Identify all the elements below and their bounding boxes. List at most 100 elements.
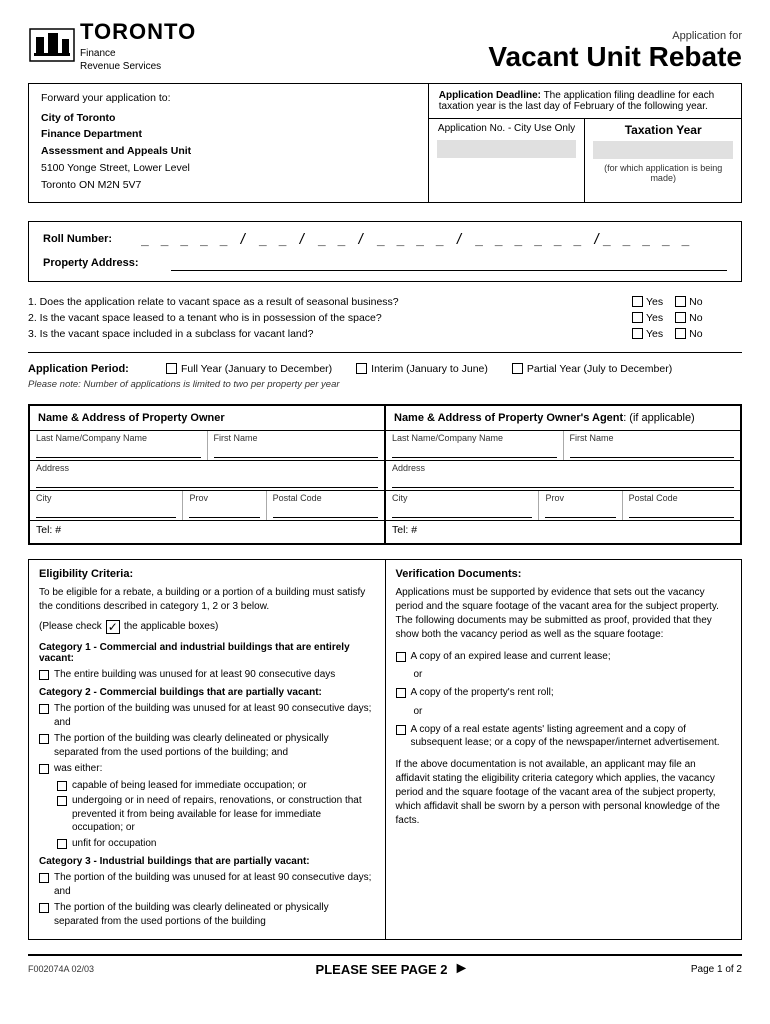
question-3-yes[interactable]: Yes bbox=[632, 328, 663, 340]
agent-first-name-field[interactable]: First Name bbox=[564, 431, 741, 460]
agent-prov-field[interactable]: Prov bbox=[539, 491, 622, 520]
verif-item-1-checkbox[interactable] bbox=[396, 652, 406, 662]
cat3-item-1-checkbox[interactable] bbox=[39, 873, 49, 883]
verif-item-2-text: A copy of the property's rent roll; bbox=[411, 686, 554, 700]
owner-header-text: Name & Address of Property Owner bbox=[38, 412, 225, 424]
cat2-sub-2[interactable]: undergoing or in need of repairs, renova… bbox=[57, 794, 375, 835]
question-2-yes[interactable]: Yes bbox=[632, 312, 663, 324]
owner-last-name-field[interactable]: Last Name/Company Name bbox=[30, 431, 208, 460]
cat2-item-1[interactable]: The portion of the building was unused f… bbox=[39, 702, 375, 729]
question-1-yes[interactable]: Yes bbox=[632, 296, 663, 308]
question-2-no-checkbox[interactable] bbox=[675, 312, 686, 323]
verification-column: Verification Documents: Applications mus… bbox=[386, 560, 742, 940]
app-period-label: Application Period: bbox=[28, 363, 148, 375]
question-3-no[interactable]: No bbox=[675, 328, 702, 340]
question-3-yes-checkbox[interactable] bbox=[632, 328, 643, 339]
page: TORONTO Finance Revenue Services Applica… bbox=[0, 0, 770, 1024]
roll-number-section: Roll Number: _ _ _ _ _ / _ _ / _ _ / _ _… bbox=[28, 221, 742, 282]
verif-item-1[interactable]: A copy of an expired lease and current l… bbox=[396, 650, 732, 664]
cat2-sub-3-text: unfit for occupation bbox=[72, 837, 157, 851]
roll-dashes: _ _ _ _ _ / _ _ / _ _ / _ _ _ _ / _ _ _ … bbox=[141, 232, 691, 247]
category-2-title: Category 2 - Commercial buildings that a… bbox=[39, 687, 375, 698]
question-3-options: Yes No bbox=[632, 328, 742, 340]
deadline-label: Application Deadline: bbox=[439, 90, 541, 101]
cat3-item-2-checkbox[interactable] bbox=[39, 903, 49, 913]
prop-addr-field[interactable] bbox=[171, 255, 727, 271]
verif-item-3-checkbox[interactable] bbox=[396, 725, 406, 735]
cat2-item-2[interactable]: The portion of the building was clearly … bbox=[39, 732, 375, 759]
verif-item-3[interactable]: A copy of a real estate agents' listing … bbox=[396, 723, 732, 750]
cat1-item-1-checkbox[interactable] bbox=[39, 670, 49, 680]
tax-year-field[interactable] bbox=[593, 141, 733, 159]
owner-postal-field[interactable]: Postal Code bbox=[267, 491, 384, 520]
owner-city-field[interactable]: City bbox=[30, 491, 183, 520]
agent-header-text: Name & Address of Property Owner's Agent bbox=[394, 412, 623, 424]
period-interim[interactable]: Interim (January to June) bbox=[356, 363, 488, 375]
agent-tel-row[interactable]: Tel: # bbox=[386, 521, 740, 543]
cat2-sub-2-checkbox[interactable] bbox=[57, 796, 67, 806]
cat2-sub-2-text: undergoing or in need of repairs, renova… bbox=[72, 794, 375, 835]
cat3-item-1[interactable]: The portion of the building was unused f… bbox=[39, 871, 375, 898]
question-1-no-label: No bbox=[689, 296, 702, 308]
app-for-label: Application for bbox=[488, 30, 742, 42]
deadline-box: Application Deadline: The application fi… bbox=[429, 84, 741, 119]
see-page2-text: PLEASE SEE PAGE 2 bbox=[316, 962, 448, 977]
cat2-item-1-text: The portion of the building was unused f… bbox=[54, 702, 375, 729]
verif-item-2[interactable]: A copy of the property's rent roll; bbox=[396, 686, 732, 700]
owner-first-name-field[interactable]: First Name bbox=[208, 431, 385, 460]
owner-tel-row[interactable]: Tel: # bbox=[30, 521, 384, 543]
question-1-no[interactable]: No bbox=[675, 296, 702, 308]
period-partial-checkbox[interactable] bbox=[512, 363, 523, 374]
question-3-yes-label: Yes bbox=[646, 328, 663, 340]
owner-address-row[interactable]: Address bbox=[30, 461, 384, 491]
cat2-sub-1-checkbox[interactable] bbox=[57, 781, 67, 791]
agent-last-name-field[interactable]: Last Name/Company Name bbox=[386, 431, 564, 460]
question-1-yes-label: Yes bbox=[646, 296, 663, 308]
period-interim-checkbox[interactable] bbox=[356, 363, 367, 374]
logo-sub2: Revenue Services bbox=[80, 60, 196, 73]
prop-addr-label: Property Address: bbox=[43, 257, 163, 269]
cat2-sub-3[interactable]: unfit for occupation bbox=[57, 837, 375, 851]
agent-postal-field[interactable]: Postal Code bbox=[623, 491, 740, 520]
addr2: Finance Department bbox=[41, 128, 142, 140]
question-2-no[interactable]: No bbox=[675, 312, 702, 324]
period-partial[interactable]: Partial Year (July to December) bbox=[512, 363, 672, 375]
period-full-year[interactable]: Full Year (January to December) bbox=[166, 363, 332, 375]
agent-address-label: Address bbox=[392, 463, 734, 473]
category-1-title: Category 1 - Commercial and industrial b… bbox=[39, 642, 375, 664]
question-3-no-checkbox[interactable] bbox=[675, 328, 686, 339]
main-title: Vacant Unit Rebate bbox=[488, 42, 742, 73]
cat2-sub-3-checkbox[interactable] bbox=[57, 839, 67, 849]
agent-city-field[interactable]: City bbox=[386, 491, 539, 520]
period-full-checkbox[interactable] bbox=[166, 363, 177, 374]
cat2-item-3-checkbox[interactable] bbox=[39, 764, 49, 774]
verif-item-1-text: A copy of an expired lease and current l… bbox=[411, 650, 611, 664]
question-1-yes-checkbox[interactable] bbox=[632, 296, 643, 307]
cat3-item-2[interactable]: The portion of the building was clearly … bbox=[39, 901, 375, 928]
question-1-text: 1. Does the application relate to vacant… bbox=[28, 296, 632, 308]
question-row-1: 1. Does the application relate to vacant… bbox=[28, 296, 742, 308]
question-1-no-checkbox[interactable] bbox=[675, 296, 686, 307]
top-right-bottom: Application No. - City Use Only Taxation… bbox=[429, 119, 741, 202]
agent-header-suffix: : (if applicable) bbox=[623, 412, 695, 424]
verif-item-3-text: A copy of a real estate agents' listing … bbox=[411, 723, 732, 750]
cat2-sub-1[interactable]: capable of being leased for immediate oc… bbox=[57, 779, 375, 793]
cat1-item-1[interactable]: The entire building was unused for at le… bbox=[39, 668, 375, 682]
owner-name-row: Last Name/Company Name First Name bbox=[30, 431, 384, 461]
owner-first-name-line bbox=[214, 444, 379, 458]
question-2-text: 2. Is the vacant space leased to a tenan… bbox=[28, 312, 632, 324]
question-2-yes-checkbox[interactable] bbox=[632, 312, 643, 323]
agent-address-row[interactable]: Address bbox=[386, 461, 740, 491]
verif-item-2-checkbox[interactable] bbox=[396, 688, 406, 698]
owner-last-name-line bbox=[36, 444, 201, 458]
addr5: Toronto ON M2N 5V7 bbox=[41, 179, 141, 191]
period-full-label: Full Year (January to December) bbox=[181, 363, 332, 375]
question-2-options: Yes No bbox=[632, 312, 742, 324]
cat2-item-1-checkbox[interactable] bbox=[39, 704, 49, 714]
cat2-item-3: was either: bbox=[39, 762, 375, 776]
owner-prov-field[interactable]: Prov bbox=[183, 491, 266, 520]
app-no-field[interactable] bbox=[437, 140, 577, 158]
agent-city-label: City bbox=[392, 493, 532, 503]
cat2-item-2-checkbox[interactable] bbox=[39, 734, 49, 744]
form-code: F002074A 02/03 bbox=[28, 964, 94, 974]
